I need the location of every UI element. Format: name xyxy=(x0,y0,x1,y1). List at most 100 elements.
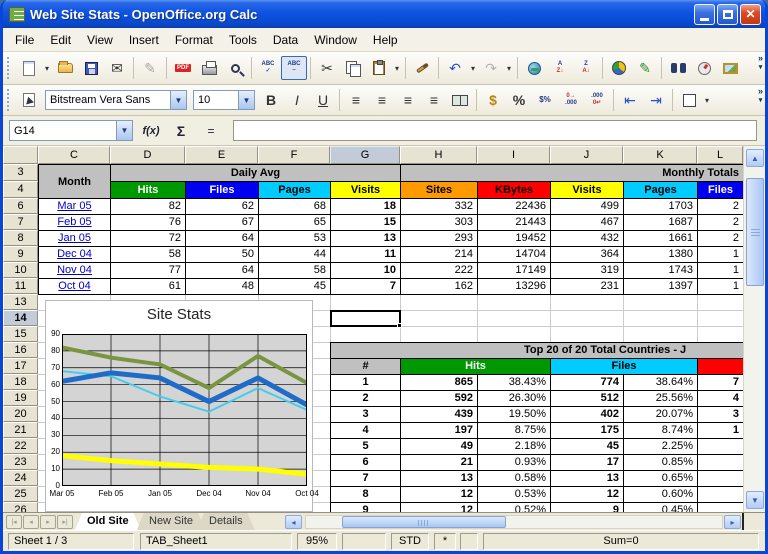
cell[interactable]: 13296 xyxy=(478,279,551,295)
format-standard-button[interactable]: $% xyxy=(532,88,558,112)
maximize-button[interactable] xyxy=(717,4,738,25)
row-header-11[interactable]: 11 xyxy=(3,278,38,294)
redo-button[interactable]: ↷ xyxy=(478,56,504,80)
cell[interactable]: 62 xyxy=(186,199,259,215)
bold-button[interactable]: B xyxy=(258,88,284,112)
navigator-button[interactable] xyxy=(691,56,717,80)
cell[interactable]: 774 xyxy=(551,375,624,391)
vertical-scrollbar[interactable]: ▲ ▼ xyxy=(743,146,765,512)
column-header-cell[interactable]: Files xyxy=(186,182,259,199)
cell[interactable]: 4 xyxy=(331,423,401,439)
cell[interactable]: 0.60% xyxy=(624,487,698,503)
formula-input[interactable] xyxy=(233,120,757,141)
add-decimal-button[interactable]: 0→.000 xyxy=(558,88,584,112)
cell[interactable]: 22436 xyxy=(478,199,551,215)
cell[interactable]: Oct 04 xyxy=(39,279,111,295)
chart-object[interactable]: Site Stats 9080706050403020100 Mar 05Feb… xyxy=(45,300,313,512)
cell[interactable]: 13 xyxy=(551,471,624,487)
cell[interactable]: 76 xyxy=(111,215,186,231)
export-pdf-button[interactable]: PDF xyxy=(170,56,196,80)
format-currency-button[interactable]: $ xyxy=(480,88,506,112)
row-header-8[interactable]: 8 xyxy=(3,230,38,246)
cell[interactable]: 5 xyxy=(331,439,401,455)
menu-file[interactable]: File xyxy=(7,30,42,50)
cell[interactable]: 13 xyxy=(331,231,401,247)
cell[interactable]: 499 xyxy=(551,199,624,215)
row-header-25[interactable]: 25 xyxy=(3,486,38,502)
paste-button[interactable] xyxy=(366,56,392,80)
row-header-15[interactable]: 15 xyxy=(3,326,38,342)
cell[interactable]: 19452 xyxy=(478,231,551,247)
status-zoom[interactable]: 95% xyxy=(297,533,337,550)
cell[interactable]: 2.18% xyxy=(478,439,551,455)
row-header-21[interactable]: 21 xyxy=(3,422,38,438)
cell[interactable] xyxy=(698,439,744,455)
row-header-18[interactable]: 18 xyxy=(3,374,38,390)
gallery-button[interactable] xyxy=(717,56,743,80)
menu-help[interactable]: Help xyxy=(365,30,406,50)
save-button[interactable] xyxy=(78,56,104,80)
cell[interactable]: 7 xyxy=(331,279,401,295)
cell[interactable]: 11 xyxy=(331,247,401,263)
daily-avg-header-cell[interactable]: Daily Avg xyxy=(111,165,401,182)
row-header-26[interactable]: 26 xyxy=(3,502,38,512)
first-sheet-button[interactable]: |◂ xyxy=(6,515,22,529)
cell[interactable]: 64 xyxy=(186,231,259,247)
cell[interactable]: 467 xyxy=(551,215,624,231)
hyperlink-button[interactable] xyxy=(521,56,547,80)
month-link[interactable]: Oct 04 xyxy=(58,280,90,292)
cell[interactable] xyxy=(698,503,744,512)
cell[interactable]: 17149 xyxy=(478,263,551,279)
column-header-L[interactable]: L xyxy=(697,146,743,164)
row-header-17[interactable]: 17 xyxy=(3,358,38,374)
sort-ascending-button[interactable]: AZ↓ xyxy=(547,56,573,80)
increase-indent-button[interactable]: ⇥ xyxy=(643,88,669,112)
scroll-up-button[interactable]: ▲ xyxy=(746,149,764,167)
name-box-dropdown[interactable]: ▼ xyxy=(116,121,132,140)
borders-dropdown[interactable]: ▾ xyxy=(702,96,712,105)
title-bar[interactable]: Web Site Stats - OpenOffice.org Calc ✕ xyxy=(3,0,765,28)
cell[interactable]: 58 xyxy=(111,247,186,263)
status-sum[interactable]: Sum=0 xyxy=(483,533,759,550)
toolbar-grip[interactable] xyxy=(7,57,12,79)
find-replace-button[interactable] xyxy=(665,56,691,80)
cell[interactable]: 14704 xyxy=(478,247,551,263)
menu-data[interactable]: Data xyxy=(265,30,306,50)
cell[interactable]: 44 xyxy=(259,247,331,263)
italic-button[interactable]: I xyxy=(284,88,310,112)
align-right-button[interactable]: ≡ xyxy=(395,88,421,112)
merge-cells-button[interactable] xyxy=(447,88,473,112)
cell[interactable]: 25.56% xyxy=(624,391,698,407)
fill-handle[interactable] xyxy=(397,323,402,328)
month-link[interactable]: Feb 05 xyxy=(57,216,91,228)
cell[interactable]: 222 xyxy=(401,263,478,279)
cell[interactable]: 512 xyxy=(551,391,624,407)
new-document-dropdown[interactable]: ▾ xyxy=(42,64,52,73)
cell[interactable]: 1 xyxy=(331,375,401,391)
cell[interactable]: 10 xyxy=(331,263,401,279)
cut-button[interactable]: ✂ xyxy=(314,56,340,80)
spellcheck-button[interactable]: ABC✓ xyxy=(255,56,281,80)
minimize-button[interactable] xyxy=(694,4,715,25)
format-paintbrush-button[interactable] xyxy=(409,56,435,80)
cell[interactable]: 1380 xyxy=(624,247,698,263)
column-header-F[interactable]: F xyxy=(258,146,330,164)
cell[interactable]: 439 xyxy=(401,407,478,423)
undo-dropdown[interactable]: ▾ xyxy=(468,64,478,73)
month-header-cell[interactable]: Month xyxy=(39,165,111,199)
column-header-G[interactable]: G xyxy=(330,146,400,164)
column-header-cell[interactable]: Visits xyxy=(331,182,401,199)
toolbar-grip[interactable] xyxy=(7,89,12,111)
row-header-9[interactable]: 9 xyxy=(3,246,38,262)
cell[interactable]: 19.50% xyxy=(478,407,551,423)
cell[interactable]: 18 xyxy=(331,199,401,215)
copy-button[interactable] xyxy=(340,56,366,80)
cell[interactable]: 77 xyxy=(111,263,186,279)
column-header-D[interactable]: D xyxy=(110,146,185,164)
column-header-cell[interactable]: Visits xyxy=(551,182,624,199)
font-size-combobox[interactable]: 10 ▼ xyxy=(193,90,255,110)
cell[interactable]: 38.64% xyxy=(624,375,698,391)
sum-button[interactable]: Σ xyxy=(169,120,193,142)
cell[interactable]: 53 xyxy=(259,231,331,247)
row-header-6[interactable]: 6 xyxy=(3,198,38,214)
